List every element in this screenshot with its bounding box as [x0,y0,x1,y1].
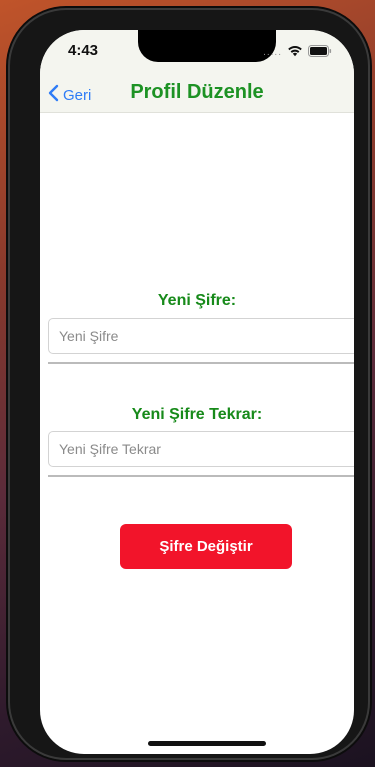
confirm-password-underline [48,475,354,477]
signal-dots: ..... [263,47,282,58]
phone-screen: 4:43 ..... Geri Profil Düzenle Yeni Şifr… [40,30,354,754]
confirm-password-label: Yeni Şifre Tekrar: [131,406,263,423]
new-password-label: Yeni Şifre: [157,292,237,309]
status-icons: ..... [263,44,332,62]
phone-frame: 4:43 ..... Geri Profil Düzenle Yeni Şifr… [8,8,370,760]
confirm-password-input[interactable] [48,431,354,467]
page-title: Profil Düzenle [130,81,264,103]
new-password-underline [48,362,354,364]
home-indicator [148,741,266,746]
new-password-input[interactable] [48,318,354,354]
wifi-icon [287,44,303,62]
notch [138,30,276,62]
status-time: 4:43 [68,42,99,59]
change-password-button[interactable]: Şifre Değiştir [120,524,292,569]
battery-icon [308,44,332,62]
